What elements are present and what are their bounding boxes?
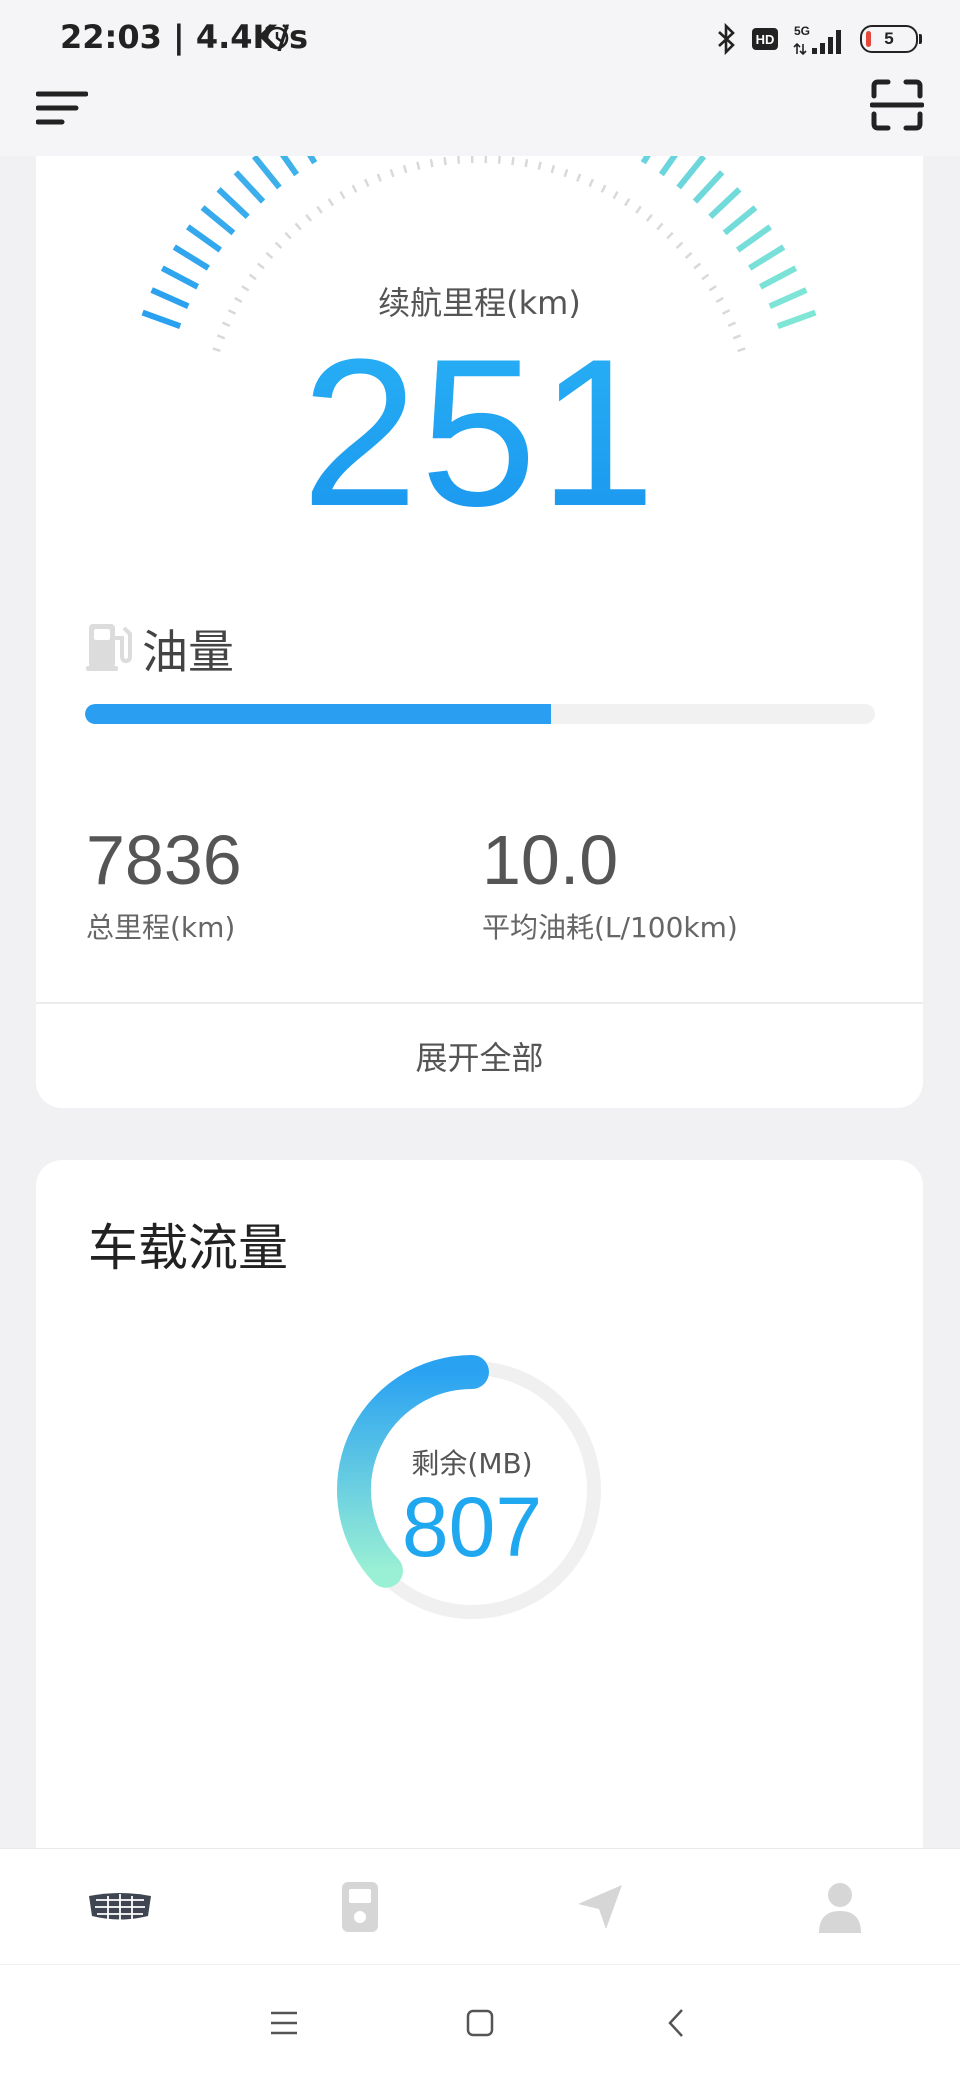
- gauge-tick: [722, 205, 758, 236]
- car-logo-icon: [89, 1893, 151, 1920]
- range-value: 251: [36, 328, 923, 538]
- nav-item-profile[interactable]: [720, 1849, 960, 1965]
- fuel-level-fill: [85, 704, 552, 724]
- gauge-minor-tick: [402, 164, 408, 174]
- hd-icon: HD: [752, 28, 778, 50]
- odometer-label: 总里程(km): [86, 911, 236, 944]
- gauge-minor-tick: [635, 205, 642, 214]
- gauge-minor-tick: [656, 222, 664, 231]
- gauge-minor-tick: [339, 191, 346, 200]
- gauge-tick: [735, 224, 772, 253]
- gauge-minor-tick: [294, 222, 302, 231]
- gauge-minor-tick: [327, 198, 335, 207]
- vehicle-status-card: 续航里程(km) 251 油量 7836 总里程(km) 10.0 平均油耗(L…: [36, 100, 923, 1108]
- app-bar: [0, 78, 960, 156]
- gauge-minor-tick: [684, 251, 693, 259]
- data-remaining-value: 807: [401, 1480, 543, 1574]
- fuel-consumption-stat: 10.0 平均油耗(L/100km): [482, 820, 738, 946]
- status-icons: HD 5G 5: [716, 18, 922, 60]
- home-icon: [466, 2009, 494, 2037]
- gauge-minor-tick: [497, 155, 501, 164]
- gauge-minor-tick: [265, 251, 274, 259]
- gauge-minor-tick: [666, 231, 674, 240]
- fuel-pump-icon: [86, 624, 132, 671]
- gauge-minor-tick: [675, 241, 684, 249]
- gauge-minor-tick: [457, 155, 461, 164]
- bottom-nav: [0, 1848, 960, 1965]
- expand-all-button[interactable]: 展开全部: [36, 1004, 923, 1108]
- gauge-minor-tick: [429, 158, 434, 168]
- gauge-minor-tick: [389, 168, 395, 178]
- recents-icon: [271, 2011, 297, 2035]
- gauge-minor-tick: [645, 213, 653, 222]
- profile-icon: [819, 1883, 861, 1933]
- nav-item-home[interactable]: [0, 1849, 240, 1965]
- gauge-minor-tick: [284, 231, 292, 240]
- nav-item-car-key[interactable]: [240, 1849, 480, 1965]
- odometer-stat: 7836 总里程(km): [86, 820, 242, 946]
- gauge-minor-tick: [363, 178, 370, 188]
- menu-icon[interactable]: [36, 84, 88, 136]
- gauge-tick: [186, 224, 223, 253]
- back-button[interactable]: [654, 2001, 698, 2045]
- gauge-minor-tick: [524, 158, 529, 168]
- scan-icon[interactable]: [870, 78, 924, 132]
- data-remaining-label: 剩余(MB): [411, 1447, 533, 1480]
- data-card-title: 车载流量: [88, 1219, 288, 1277]
- gauge-minor-tick: [274, 241, 283, 249]
- system-nav: [0, 1964, 960, 2080]
- gauge-tick: [233, 170, 266, 204]
- gauge-minor-tick: [511, 156, 515, 166]
- screen: 22:03 | 4.4K/s HD 5G 5 续航里程(km) 251 油量 7…: [0, 0, 960, 2080]
- gauge-tick: [708, 187, 742, 219]
- gauge-tick: [251, 154, 282, 190]
- gauge-minor-tick: [316, 205, 323, 214]
- battery-level: 5: [884, 29, 894, 48]
- gauge-minor-tick: [563, 168, 569, 178]
- navigation-icon: [578, 1885, 622, 1929]
- status-bar: 22:03 | 4.4K/s HD 5G 5: [0, 0, 960, 78]
- battery-icon: 5: [860, 25, 922, 53]
- gauge-tick: [172, 244, 210, 271]
- signal-5g-icon: 5G: [793, 24, 841, 56]
- gauge-minor-tick: [612, 191, 619, 200]
- gauge-minor-tick: [443, 156, 447, 166]
- gauge-tick: [676, 154, 707, 190]
- gauge-minor-tick: [416, 161, 421, 170]
- bluetooth-icon: [718, 23, 735, 55]
- gauge-tick: [692, 170, 725, 204]
- car-key-icon: [342, 1882, 378, 1932]
- alarm-icon: [265, 23, 289, 50]
- gauge-tick: [216, 187, 250, 219]
- gauge-minor-tick: [623, 198, 631, 207]
- gauge-tick: [748, 244, 786, 271]
- gauge-minor-tick: [693, 262, 702, 270]
- gauge-minor-tick: [376, 173, 382, 182]
- odometer-value: 7836: [86, 821, 242, 899]
- network-label: 5G: [794, 24, 810, 38]
- home-button[interactable]: [458, 2001, 502, 2045]
- gauge-minor-tick: [351, 184, 358, 193]
- back-icon: [668, 2009, 683, 2037]
- gauge-minor-tick: [576, 173, 582, 182]
- gauge-minor-tick: [256, 262, 265, 270]
- fuel-consumption-label: 平均油耗(L/100km): [482, 911, 738, 944]
- gauge-minor-tick: [537, 161, 542, 170]
- gauge-minor-tick: [600, 184, 607, 193]
- nav-item-navigation[interactable]: [480, 1849, 720, 1965]
- gauge-tick: [200, 205, 236, 236]
- fuel-level-bar: [85, 704, 875, 724]
- recents-button[interactable]: [262, 2001, 306, 2045]
- gauge-minor-tick: [550, 164, 556, 174]
- gauge-minor-tick: [305, 213, 313, 222]
- gauge-minor-tick: [588, 178, 595, 188]
- fuel-consumption-value: 10.0: [482, 821, 619, 899]
- fuel-label: 油量: [142, 625, 234, 679]
